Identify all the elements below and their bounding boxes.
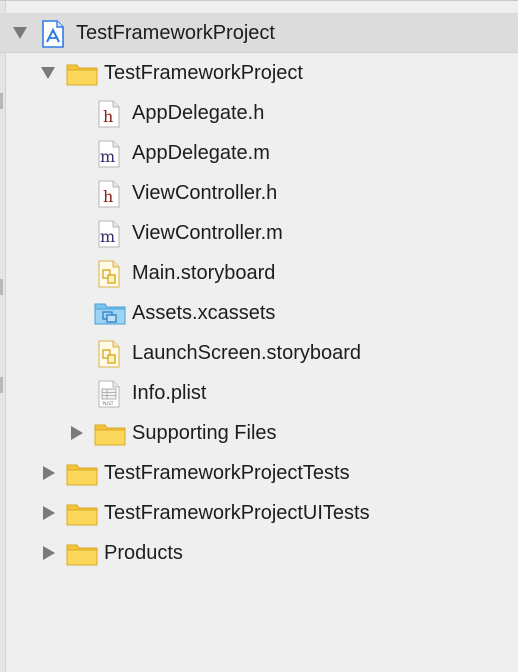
project-navigator: TestFrameworkProject TestFrameworkProjec… [0,0,518,672]
disclosure-expanded-icon[interactable] [13,26,27,40]
storyboard-file-icon [97,339,121,368]
disclosure-collapsed-icon[interactable] [42,466,56,480]
group-label: TestFrameworkProject [104,62,303,84]
group-row-products[interactable]: Products [0,533,518,573]
file-row-appdelegate-m[interactable]: m AppDelegate.m [0,133,518,173]
file-label: ViewController.m [132,222,283,244]
file-label: AppDelegate.h [132,102,265,124]
objc-source-file-icon: m [97,139,121,168]
file-row-info-plist[interactable]: PLIST Info.plist [0,373,518,413]
disclosure-collapsed-icon[interactable] [42,506,56,520]
file-label: Assets.xcassets [132,302,276,324]
group-label: Products [104,542,183,564]
file-row-launchscreen-storyboard[interactable]: LaunchScreen.storyboard [0,333,518,373]
file-row-viewcontroller-h[interactable]: h ViewController.h [0,173,518,213]
group-label: TestFrameworkProjectUITests [104,502,370,524]
folder-icon [66,542,98,566]
file-row-viewcontroller-m[interactable]: m ViewController.m [0,213,518,253]
svg-text:h: h [103,107,113,126]
svg-text:m: m [100,147,115,166]
file-label: LaunchScreen.storyboard [132,342,362,364]
disclosure-expanded-icon[interactable] [41,66,55,80]
project-root-label: TestFrameworkProject [76,22,275,44]
storyboard-file-icon [97,259,121,288]
file-label: Info.plist [132,382,207,404]
xcode-project-icon [40,20,66,48]
disclosure-collapsed-icon[interactable] [42,546,56,560]
group-row-uitests[interactable]: TestFrameworkProjectUITests [0,493,518,533]
header-file-icon: h [97,99,121,128]
asset-catalog-icon [94,301,126,325]
file-label: AppDelegate.m [132,142,270,164]
file-row-main-storyboard[interactable]: Main.storyboard [0,253,518,293]
project-root-row[interactable]: TestFrameworkProject [0,13,518,53]
group-row-main[interactable]: TestFrameworkProject [0,53,518,93]
group-label: Supporting Files [132,422,277,444]
file-label: ViewController.h [132,182,278,204]
disclosure-collapsed-icon[interactable] [70,426,84,440]
file-row-assets-xcassets[interactable]: Assets.xcassets [0,293,518,333]
header-file-icon: h [97,179,121,208]
svg-text:h: h [103,187,113,206]
file-row-appdelegate-h[interactable]: h AppDelegate.h [0,93,518,133]
group-row-tests[interactable]: TestFrameworkProjectTests [0,453,518,493]
objc-source-file-icon: m [97,219,121,248]
group-label: TestFrameworkProjectTests [104,462,350,484]
svg-text:m: m [100,227,115,246]
plist-file-icon: PLIST [97,379,121,408]
svg-text:PLIST: PLIST [103,401,114,406]
folder-icon [94,422,126,446]
group-row-supporting-files[interactable]: Supporting Files [0,413,518,453]
file-label: Main.storyboard [132,262,276,284]
folder-icon [66,462,98,486]
folder-icon [66,502,98,526]
folder-icon [66,62,98,86]
